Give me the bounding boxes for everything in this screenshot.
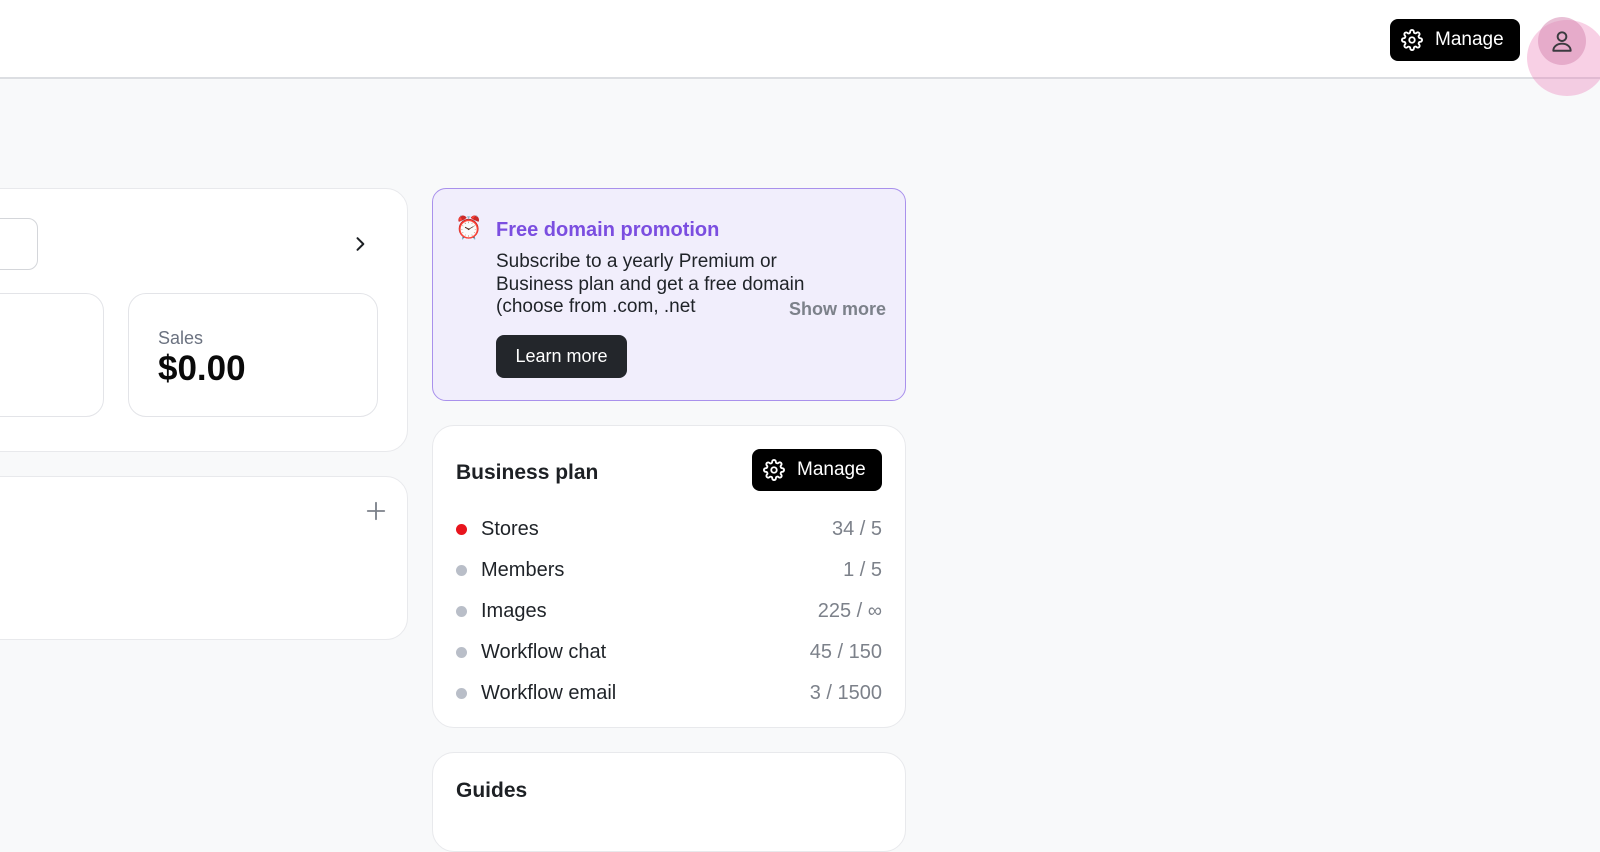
usage-label: Stores	[481, 518, 539, 540]
usage-value: 3 / 1500	[809, 682, 882, 704]
promo-banner: ⏰ Free domain promotion Subscribe to a y…	[432, 188, 906, 401]
status-dot	[456, 647, 467, 658]
sales-stat-tile: Sales $0.00	[128, 293, 378, 417]
gear-icon	[1401, 29, 1423, 51]
usage-value: 45 / 150	[809, 641, 882, 663]
left-lower-card	[0, 476, 408, 640]
chevron-right-icon[interactable]	[350, 234, 370, 254]
usage-row-images: Images 225 / ∞	[456, 600, 882, 624]
header-manage-button[interactable]: Manage	[1390, 19, 1520, 61]
guides-card: Guides	[432, 752, 906, 852]
status-dot	[456, 565, 467, 576]
status-dot	[456, 524, 467, 535]
plan-manage-button[interactable]: Manage	[752, 449, 882, 491]
usage-label: Members	[481, 559, 565, 581]
promo-title: Free domain promotion	[496, 219, 720, 241]
usage-label: Workflow email	[481, 682, 617, 704]
plan-title: Business plan	[456, 461, 599, 484]
usage-row-stores: Stores 34 / 5	[456, 518, 882, 542]
plus-icon[interactable]	[365, 500, 387, 522]
status-dot	[456, 606, 467, 617]
usage-row-members: Members 1 / 5	[456, 559, 882, 583]
sales-value: $0.00	[158, 349, 246, 388]
learn-more-button[interactable]: Learn more	[496, 335, 627, 378]
status-dot	[456, 688, 467, 699]
usage-value: 1 / 5	[843, 559, 882, 581]
usage-value: 34 / 5	[831, 518, 882, 540]
plan-manage-label: Manage	[797, 459, 866, 480]
usage-label: Images	[481, 600, 547, 622]
sales-label: Sales	[158, 328, 204, 348]
usage-label: Workflow chat	[481, 641, 607, 663]
user-icon	[1552, 31, 1572, 52]
usage-row-workflow-chat: Workflow chat 45 / 150	[456, 641, 882, 665]
top-bar	[0, 0, 1600, 79]
stat-tile	[0, 293, 104, 417]
show-more-link[interactable]: Show more	[781, 299, 887, 320]
business-plan-card: Business plan Manage Stores 34 / 5 Membe…	[432, 425, 906, 728]
header-manage-label: Manage	[1435, 29, 1504, 50]
usage-row-workflow-email: Workflow email 3 / 1500	[456, 682, 882, 706]
usage-value: 225 / ∞	[817, 600, 882, 622]
guides-title: Guides	[456, 779, 528, 802]
avatar-button[interactable]	[1538, 17, 1586, 65]
gear-icon	[763, 459, 785, 481]
alarm-clock-icon: ⏰	[455, 215, 483, 240]
date-range-select[interactable]	[0, 218, 38, 270]
